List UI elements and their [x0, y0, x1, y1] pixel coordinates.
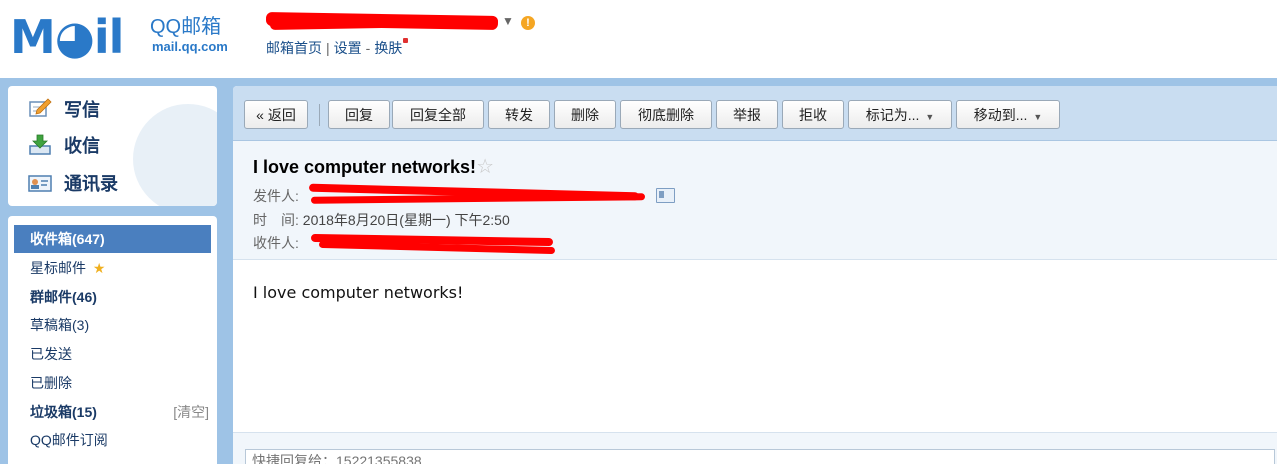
mark-as-label: 标记为... — [865, 107, 920, 123]
report-button[interactable]: 举报 — [716, 100, 778, 129]
penguin-watermark-icon — [133, 104, 217, 206]
compose-label: 写信 — [64, 100, 100, 120]
star-icon: ★ — [92, 260, 106, 276]
mail-header: I love computer networks!☆ 发件人: 时 间: 201… — [233, 141, 1277, 260]
folder-label: 草稿箱(3) — [30, 317, 90, 333]
warning-icon[interactable]: ! — [521, 16, 535, 30]
folder-label: QQ邮件订阅 — [30, 432, 108, 448]
logo-brand-name: QQ邮箱 — [150, 16, 222, 38]
top-links: 邮箱首页 | 设置 - 换肤 — [266, 38, 409, 58]
receive-mail-button[interactable]: 收信 — [28, 132, 100, 162]
subject-text: I love computer networks! — [253, 157, 477, 177]
add-contact-card-icon[interactable] — [656, 188, 675, 203]
delete-permanently-button[interactable]: 彻底删除 — [620, 100, 712, 129]
new-indicator-dot — [403, 38, 409, 43]
folder-deleted[interactable]: 已删除 — [14, 369, 211, 397]
mail-subject: I love computer networks!☆ — [253, 154, 494, 179]
contact-card-icon — [28, 175, 52, 192]
top-header: M◕il QQ邮箱 mail.qq.com ▼ ! 邮箱首页 | 设置 - 换肤 — [0, 0, 1277, 78]
folder-label: 垃圾箱(15) — [30, 404, 97, 420]
logo-domain: mail.qq.com — [152, 39, 228, 54]
star-toggle-icon[interactable]: ☆ — [476, 156, 494, 178]
back-button[interactable]: « 返回 — [244, 100, 308, 129]
qq-mail-logo[interactable]: M◕il QQ邮箱 mail.qq.com — [10, 12, 240, 62]
quick-reply-input[interactable] — [245, 449, 1275, 464]
mail-toolbar: « 返回 回复 回复全部 转发 删除 彻底删除 举报 拒收 标记为... ▼ 移动… — [233, 86, 1277, 141]
quick-actions-box: 写信 收信 通讯录 — [8, 86, 217, 206]
header-divider — [0, 78, 1277, 86]
folder-label: 收件箱(647) — [30, 231, 105, 247]
folder-group-mail[interactable]: 群邮件(46) — [14, 283, 211, 311]
folder-label: 群邮件(46) — [30, 289, 97, 305]
folder-subscriptions[interactable]: QQ邮件订阅 — [14, 426, 211, 454]
change-skin-link[interactable]: 换肤 — [374, 40, 402, 56]
folder-drafts[interactable]: 草稿箱(3) — [14, 311, 211, 339]
sender-row: 发件人: — [253, 186, 299, 206]
folder-list: 收件箱(647) 星标邮件 ★ 群邮件(46) 草稿箱(3) 已发送 已删除 垃… — [8, 216, 217, 476]
time-row: 时 间: 2018年8月20日(星期一) 下午2:50 — [253, 210, 510, 230]
chevron-down-icon: ▼ — [925, 112, 935, 122]
folder-label: 已删除 — [30, 375, 72, 391]
toolbar-divider — [319, 104, 320, 126]
mail-view: « 返回 回复 回复全部 转发 删除 彻底删除 举报 拒收 标记为... ▼ 移动… — [233, 86, 1277, 464]
mailbox-home-link[interactable]: 邮箱首页 — [266, 40, 322, 56]
account-dropdown-icon[interactable]: ▼ — [502, 14, 514, 28]
reject-button[interactable]: 拒收 — [782, 100, 844, 129]
folder-spam[interactable]: 垃圾箱(15) [清空] — [14, 398, 211, 426]
chevron-down-icon: ▼ — [1033, 112, 1043, 122]
folder-starred[interactable]: 星标邮件 ★ — [14, 254, 211, 282]
settings-link[interactable]: 设置 — [334, 40, 362, 56]
folder-label: 星标邮件 — [30, 260, 86, 276]
contacts-label: 通讯录 — [64, 174, 118, 194]
move-to-label: 移动到... — [973, 107, 1028, 123]
recipient-label: 收件人: — [253, 235, 299, 251]
inbox-download-icon — [29, 134, 51, 155]
compose-button[interactable]: 写信 — [28, 96, 100, 126]
logo-mail-wordmark: M◕il — [10, 10, 124, 64]
move-to-dropdown[interactable]: 移动到... ▼ — [956, 100, 1060, 129]
mail-body: I love computer networks! — [253, 283, 464, 302]
link-divider: | — [326, 40, 330, 56]
folder-inbox[interactable]: 收件箱(647) — [14, 225, 211, 253]
sender-redacted[interactable] — [308, 183, 646, 206]
forward-button[interactable]: 转发 — [488, 100, 550, 129]
time-label: 时 间: — [253, 212, 299, 228]
delete-button[interactable]: 删除 — [554, 100, 616, 129]
recipient-redacted[interactable] — [310, 233, 561, 255]
mark-as-dropdown[interactable]: 标记为... ▼ — [848, 100, 952, 129]
main-panel: « 返回 回复 回复全部 转发 删除 彻底删除 举报 拒收 标记为... ▼ 移动… — [225, 86, 1277, 464]
reply-button[interactable]: 回复 — [328, 100, 390, 129]
empty-spam-link[interactable]: [清空] — [173, 398, 209, 426]
quick-reply-area — [233, 432, 1277, 464]
time-value: 2018年8月20日(星期一) 下午2:50 — [302, 212, 510, 228]
recipient-row: 收件人: — [253, 233, 299, 253]
folder-label: 已发送 — [30, 346, 72, 362]
reply-all-button[interactable]: 回复全部 — [392, 100, 484, 129]
left-sidebar: 写信 收信 通讯录 收件箱(647) 星标邮件 ★ 群邮件(46) 草稿箱(3)… — [0, 86, 225, 476]
link-dash: - — [365, 40, 371, 56]
folder-sent[interactable]: 已发送 — [14, 340, 211, 368]
pencil-icon — [29, 98, 52, 117]
receive-label: 收信 — [64, 136, 100, 156]
sender-label: 发件人: — [253, 188, 299, 204]
contacts-button[interactable]: 通讯录 — [28, 170, 118, 200]
